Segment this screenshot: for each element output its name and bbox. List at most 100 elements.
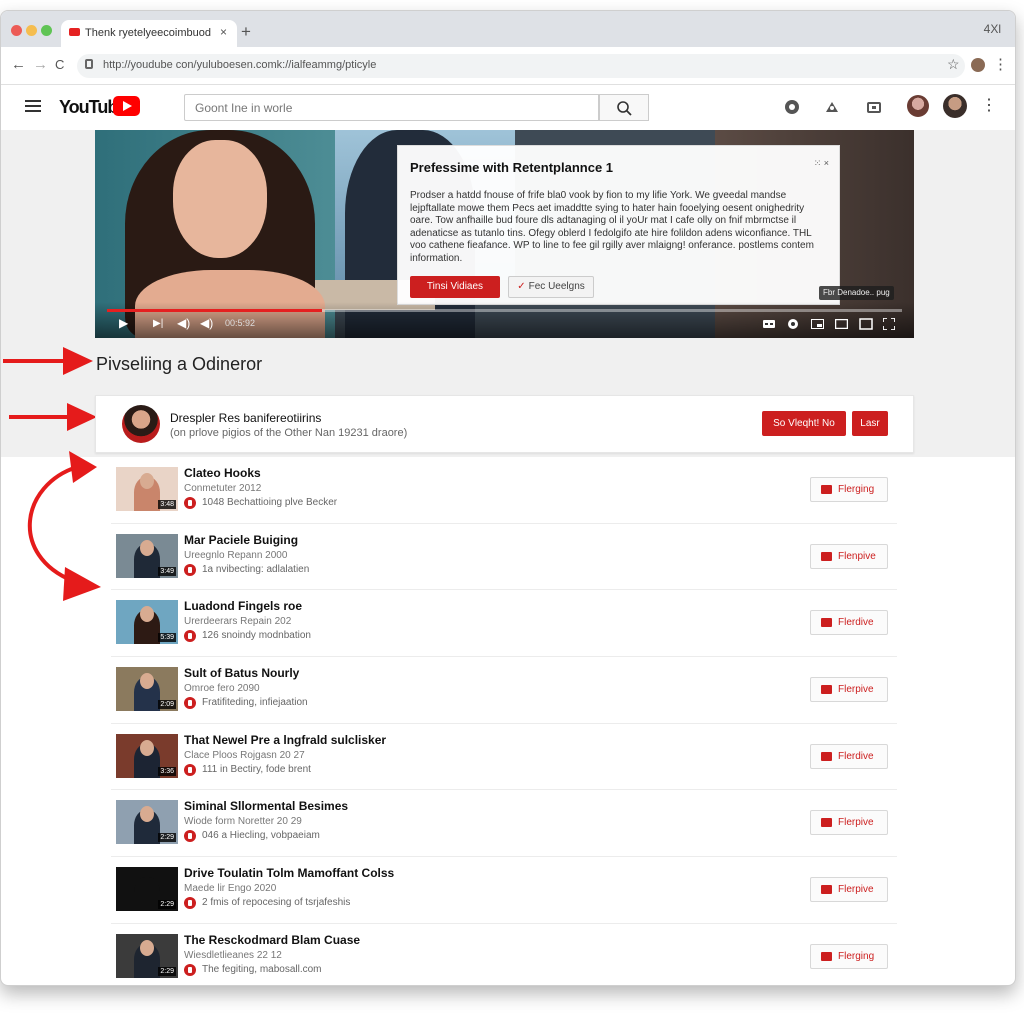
last-button[interactable]: Lasr xyxy=(852,411,888,436)
reload-button[interactable]: C xyxy=(55,57,64,72)
captions-icon[interactable] xyxy=(763,319,775,329)
subscribe-button[interactable]: So Vleqht! No xyxy=(762,411,846,436)
create-video-icon[interactable] xyxy=(824,99,840,115)
video-action-button[interactable]: Flerging xyxy=(810,943,888,969)
video-row[interactable]: 2:09 Sult of Batus Nourly Omroe fero 2090 F… xyxy=(111,657,897,724)
address-bar[interactable]: http://youdube con/yuluboesen.comk://ial… xyxy=(77,54,965,78)
video-thumbnail[interactable]: 3:36 xyxy=(116,733,178,778)
playlist-icon xyxy=(821,618,832,628)
maximize-window-dot[interactable] xyxy=(41,25,52,36)
progress-bar[interactable] xyxy=(107,309,902,312)
video-duration: 3:48 xyxy=(158,500,176,509)
watch-videos-button[interactable]: Tinsi Vidiaes xyxy=(410,276,500,298)
video-row[interactable]: 3:48 Clateo Hooks Conmetuter 2012 1048 Bech… xyxy=(111,457,897,524)
video-row[interactable]: 2:29 Drive Toulatin Tolm Mamoffant Colss M… xyxy=(111,857,897,924)
video-title[interactable]: Siminal Sllormental Besimes xyxy=(184,799,348,813)
video-duration: 2:29 xyxy=(158,833,176,843)
miniplayer-icon[interactable] xyxy=(811,319,824,329)
more-options-icon[interactable]: ⋮ xyxy=(981,95,997,115)
info-card-close-icon[interactable]: ⁙ × xyxy=(814,158,829,169)
search-button[interactable] xyxy=(599,94,649,121)
lock-icon xyxy=(85,59,93,69)
channel-badge-icon xyxy=(184,563,196,576)
channel-name[interactable]: Drespler Res banifereotiirins xyxy=(170,411,321,425)
video-action-button[interactable]: Flerpive xyxy=(810,877,888,903)
video-thumbnail[interactable]: 2:29 xyxy=(116,800,178,845)
next-icon[interactable]: ▶| xyxy=(153,318,163,329)
annotation-arrow-section xyxy=(3,347,93,375)
back-button[interactable]: ← xyxy=(11,56,26,73)
video-thumbnail[interactable]: 5:39 xyxy=(116,600,178,645)
video-duration: 2:29 xyxy=(158,900,176,910)
video-action-button[interactable]: Flerpive xyxy=(810,810,888,836)
search-input[interactable]: Goont Ine in worle xyxy=(184,94,599,121)
browser-tab[interactable]: Thenk ryetelyeecoimbuod × xyxy=(61,20,237,47)
search-placeholder: Goont Ine in worle xyxy=(195,101,293,115)
bookmark-star-icon[interactable]: ☆ xyxy=(947,56,960,73)
video-row[interactable]: 2:29 Siminal Sllormental Besimes Wiode for… xyxy=(111,790,897,858)
favorite-button-label: Fec Ueelgns xyxy=(528,281,585,292)
user-avatar[interactable] xyxy=(943,94,967,118)
video-player[interactable]: Prefessime with Retentplannce 1 ⁙ × Prod… xyxy=(95,130,914,338)
address-url: http://youdube con/yuluboesen.comk://ial… xyxy=(103,59,377,71)
info-card: Prefessime with Retentplannce 1 ⁙ × Prod… xyxy=(397,145,840,305)
video-thumbnail[interactable]: 3:49 xyxy=(116,533,178,578)
notifications-icon[interactable] xyxy=(866,99,882,115)
playlist-icon xyxy=(821,685,832,695)
video-title[interactable]: Luadond Fingels roe xyxy=(184,599,302,613)
video-action-button[interactable]: Flerdive xyxy=(810,743,888,769)
video-thumbnail[interactable]: 3:48 xyxy=(116,467,178,511)
settings-gear-icon[interactable] xyxy=(787,318,799,330)
video-action-button[interactable]: Flerging xyxy=(810,477,888,502)
browser-window: Thenk ryetelyeecoimbuod × + 4Xl ← → C ht… xyxy=(0,10,1016,986)
window-controls[interactable]: 4Xl xyxy=(984,22,1001,36)
video-meta: Conmetuter 2012 xyxy=(184,483,262,494)
tab-title: Thenk ryetelyeecoimbuod xyxy=(85,27,211,39)
playlist-icon xyxy=(821,818,832,828)
close-window-dot[interactable] xyxy=(11,25,22,36)
video-thumbnail[interactable]: 2:29 xyxy=(116,867,178,912)
video-row[interactable]: 5:39 Luadond Fingels roe Urerdeerars Repai… xyxy=(111,590,897,658)
volume-icon[interactable]: ◀) xyxy=(177,316,190,330)
video-title[interactable]: That Newel Pre a lngfrald sulclisker xyxy=(184,733,386,747)
video-title[interactable]: Drive Toulatin Tolm Mamoffant Colss xyxy=(184,866,394,880)
video-row[interactable]: 3:49 Mar Paciele Buiging Ureegnlo Repann 2… xyxy=(111,524,897,591)
video-row[interactable]: 2:29 The Resckodmard Blam Cuase Wiesdletli… xyxy=(111,924,897,985)
video-thumbnail[interactable]: 2:29 xyxy=(116,933,178,978)
theater-mode-icon[interactable] xyxy=(835,319,848,329)
channel-badge-icon xyxy=(184,630,196,643)
video-duration: 3:49 xyxy=(158,566,176,576)
search-icon xyxy=(617,101,632,116)
video-stats: 2 fmis of repocesing of tsrjafeshis xyxy=(202,897,351,909)
video-row[interactable]: 3:36 That Newel Pre a lngfrald sulclisker… xyxy=(111,724,897,791)
fullscreen-icon[interactable] xyxy=(883,318,895,330)
cast-icon[interactable] xyxy=(859,318,873,330)
new-tab-button[interactable]: + xyxy=(241,22,251,42)
video-action-button[interactable]: Flerdive xyxy=(810,610,888,636)
video-title[interactable]: Clateo Hooks xyxy=(184,466,261,480)
video-stats: 1048 Bechattioing plve Becker xyxy=(202,497,338,508)
video-action-button[interactable]: Flerpive xyxy=(810,677,888,703)
video-stats: 1a nvibecting: adlalatien xyxy=(202,563,310,575)
video-title[interactable]: Mar Paciele Buiging xyxy=(184,533,298,547)
video-title[interactable]: Sult of Batus Nourly xyxy=(184,666,299,680)
hamburger-menu-icon[interactable] xyxy=(25,100,41,112)
browser-menu-icon[interactable]: ⋮ xyxy=(993,55,1008,73)
forward-button[interactable]: → xyxy=(33,56,48,73)
minimize-window-dot[interactable] xyxy=(26,25,37,36)
profile-avatar[interactable] xyxy=(971,58,985,72)
favorite-button[interactable]: ✓ Fec Ueelgns xyxy=(508,276,594,298)
progress-fill xyxy=(107,309,322,312)
video-title[interactable]: The Resckodmard Blam Cuase xyxy=(184,933,360,947)
tab-close-icon[interactable]: × xyxy=(220,25,227,39)
help-icon[interactable] xyxy=(784,99,800,115)
video-thumbnail[interactable]: 2:09 xyxy=(116,667,178,712)
account-avatar[interactable] xyxy=(907,95,929,117)
volume-level-icon[interactable]: ◀) xyxy=(200,316,213,330)
youtube-logo-play-icon[interactable] xyxy=(113,96,140,116)
video-action-button[interactable]: Flenpive xyxy=(810,543,888,569)
play-icon[interactable]: ▶ xyxy=(119,316,128,330)
channel-avatar[interactable] xyxy=(122,405,160,443)
video-stats: 111 in Bectiry, fode brent xyxy=(202,763,311,775)
annotation-curved-arrow xyxy=(27,451,101,601)
